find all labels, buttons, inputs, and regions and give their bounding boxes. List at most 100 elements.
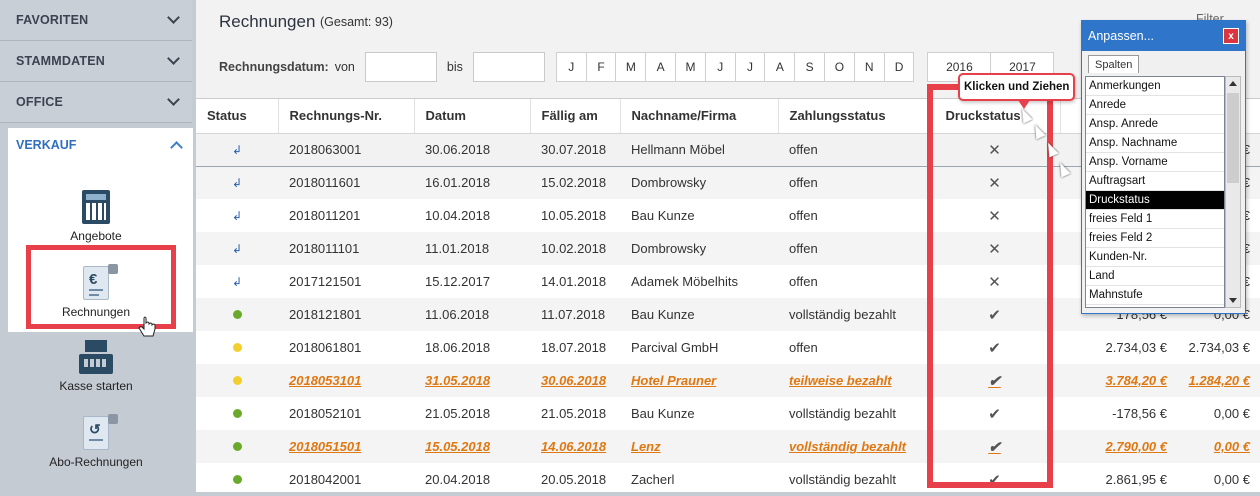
due-date-cell: 30.06.2018 bbox=[530, 364, 620, 397]
month-button[interactable]: M bbox=[615, 52, 647, 82]
from-label: von bbox=[334, 60, 355, 74]
print-status-cell: ✕ bbox=[929, 265, 1060, 298]
sidebar-section-favoriten[interactable]: FAVORITEN bbox=[0, 0, 192, 41]
print-status-cell: ✕ bbox=[929, 199, 1060, 232]
invoice-number-cell: 2018011601 bbox=[278, 166, 414, 199]
invoice-number-cell: 2018052101 bbox=[289, 406, 362, 421]
scroll-up-icon[interactable] bbox=[1229, 81, 1237, 86]
status-cell bbox=[196, 430, 278, 463]
amount-cell: -178,56 € bbox=[1112, 406, 1167, 421]
status-cell bbox=[196, 397, 278, 430]
column-list-item[interactable]: Kunden-Nr. bbox=[1086, 248, 1224, 267]
customer-name-cell: Lenz bbox=[620, 430, 778, 463]
chevron-up-icon bbox=[170, 140, 183, 154]
print-status-cell: ✕ bbox=[929, 132, 1060, 167]
sidebar-section-stammdaten[interactable]: STAMMDATEN bbox=[0, 41, 192, 82]
table-row[interactable]: 2018061801 18.06.2018 18.07.2018 Parcival G… bbox=[196, 331, 1260, 364]
month-button[interactable]: M bbox=[675, 52, 706, 82]
amount-cell: 3.784,20 € bbox=[1060, 364, 1177, 397]
status-dot-icon bbox=[232, 409, 242, 418]
draft-arrow-icon: ↲ bbox=[231, 209, 243, 223]
column-list-item[interactable]: Mahnstufe bbox=[1086, 286, 1224, 305]
status-cell: ↲ bbox=[196, 199, 278, 232]
print-status-cell: ✔ bbox=[929, 430, 1060, 463]
invoice-number-cell: 2018011101 bbox=[278, 232, 414, 265]
to-label: bis bbox=[446, 60, 463, 74]
month-button[interactable]: J bbox=[555, 52, 587, 82]
customer-name-cell: Hellmann Möbel bbox=[620, 132, 778, 167]
tile-kasse-starten[interactable]: Kasse starten bbox=[26, 340, 166, 393]
column-list-item[interactable]: freies Feld 1 bbox=[1086, 210, 1224, 229]
month-button[interactable]: O bbox=[824, 52, 855, 82]
column-list-item[interactable]: Anmerkungen bbox=[1086, 77, 1224, 96]
print-status-cell: ✔ bbox=[929, 364, 1060, 397]
open-amount-cell: 0,00 € bbox=[1177, 430, 1260, 463]
month-button[interactable]: J bbox=[734, 52, 766, 82]
date-to-input[interactable] bbox=[472, 52, 545, 82]
due-date-cell: 30.07.2018 bbox=[530, 132, 620, 167]
close-icon[interactable]: x bbox=[1223, 28, 1239, 44]
draft-arrow-icon: ↲ bbox=[231, 275, 243, 289]
month-button[interactable]: J bbox=[704, 52, 736, 82]
status-dot-icon bbox=[232, 475, 242, 484]
payment-status-cell: offen bbox=[778, 132, 929, 167]
column-header[interactable]: Datum bbox=[414, 99, 531, 134]
date-cell: 15.12.2017 bbox=[425, 274, 491, 289]
dialog-titlebar[interactable]: Anpassen... x bbox=[1082, 21, 1245, 51]
month-button[interactable]: N bbox=[853, 52, 885, 82]
column-list-item[interactable]: Ansp. Nachname bbox=[1086, 134, 1224, 153]
column-header[interactable]: Rechnungs-Nr. bbox=[278, 99, 415, 134]
column-list-item[interactable]: Anrede bbox=[1086, 96, 1224, 115]
month-button[interactable]: A bbox=[764, 52, 796, 82]
month-button[interactable]: D bbox=[883, 52, 915, 82]
column-header[interactable]: Status bbox=[196, 99, 279, 134]
invoice-number-cell: 2018061801 bbox=[289, 340, 362, 355]
date-label: Rechnungsdatum: bbox=[219, 60, 329, 74]
tab-spalten[interactable]: Spalten bbox=[1088, 55, 1140, 73]
customer-name-cell: Dombrowsky bbox=[620, 166, 778, 199]
month-button[interactable]: S bbox=[794, 52, 826, 82]
tile-angebote[interactable]: Angebote bbox=[26, 190, 166, 243]
column-list-item[interactable]: freies Feld 2 bbox=[1086, 229, 1224, 248]
cross-icon: ✕ bbox=[988, 174, 1001, 192]
table-row[interactable]: 2018051501 15.05.2018 14.06.2018 Lenz vollst… bbox=[196, 430, 1260, 463]
draft-arrow-icon: ↲ bbox=[231, 143, 243, 157]
tile-abo-rechnungen[interactable]: ↺ Abo-Rechnungen bbox=[26, 414, 166, 469]
customer-name-cell: Dombrowsky bbox=[620, 232, 778, 265]
table-row[interactable]: 2018053101 31.05.2018 30.06.2018 Hotel Prau… bbox=[196, 364, 1260, 397]
open-amount-cell: 0,00 € bbox=[1213, 472, 1250, 487]
column-list-item[interactable]: Ansp. Anrede bbox=[1086, 115, 1224, 134]
print-status-cell: ✔ bbox=[929, 298, 1060, 331]
scroll-down-icon[interactable] bbox=[1229, 298, 1237, 303]
column-list-scrollbar[interactable] bbox=[1225, 76, 1241, 308]
month-button[interactable]: F bbox=[585, 52, 617, 82]
date-cell: 18.06.2018 bbox=[425, 340, 491, 355]
status-cell bbox=[196, 298, 278, 331]
customer-name-cell: Hotel Prauner bbox=[620, 364, 778, 397]
customer-name-cell: Bau Kunze bbox=[631, 406, 695, 421]
column-list-item[interactable]: Land bbox=[1086, 267, 1224, 286]
column-header[interactable]: Fällig am bbox=[530, 99, 621, 134]
date-cell: 21.05.2018 bbox=[425, 406, 491, 421]
invoice-number-cell: 2017121501 bbox=[289, 274, 362, 289]
column-header[interactable]: Nachname/Firma bbox=[620, 99, 779, 134]
column-list-item[interactable]: Auftragsart bbox=[1086, 172, 1224, 191]
table-row[interactable]: 2018052101 21.05.2018 21.05.2018 Bau Kunze v… bbox=[196, 397, 1260, 430]
print-status-cell: ✕ bbox=[929, 232, 1060, 265]
scrollbar-thumb[interactable] bbox=[1227, 93, 1239, 183]
sidebar-section-verkauf-header[interactable]: VERKAUF bbox=[8, 128, 193, 162]
column-header[interactable]: Zahlungsstatus bbox=[778, 99, 930, 134]
table-row[interactable]: 2018042001 20.04.2018 20.05.2018 Zacherl vol… bbox=[196, 463, 1260, 496]
date-from-input[interactable] bbox=[364, 52, 437, 82]
customer-name-cell: Bau Kunze bbox=[631, 208, 695, 223]
sidebar-section-office[interactable]: OFFICE bbox=[0, 82, 192, 123]
column-list-item[interactable]: Druckstatus bbox=[1086, 191, 1224, 210]
date-cell: 30.06.2018 bbox=[414, 132, 530, 167]
month-button[interactable]: A bbox=[645, 52, 677, 82]
cross-icon: ✕ bbox=[988, 273, 1001, 291]
cash-register-icon bbox=[79, 340, 113, 374]
open-amount-cell: 1.284,20 € bbox=[1177, 364, 1260, 397]
customer-name-cell: Bau Kunze bbox=[620, 298, 778, 331]
payment-status-cell: vollständig bezahlt bbox=[778, 298, 929, 331]
column-list-item[interactable]: Ansp. Vorname bbox=[1086, 153, 1224, 172]
